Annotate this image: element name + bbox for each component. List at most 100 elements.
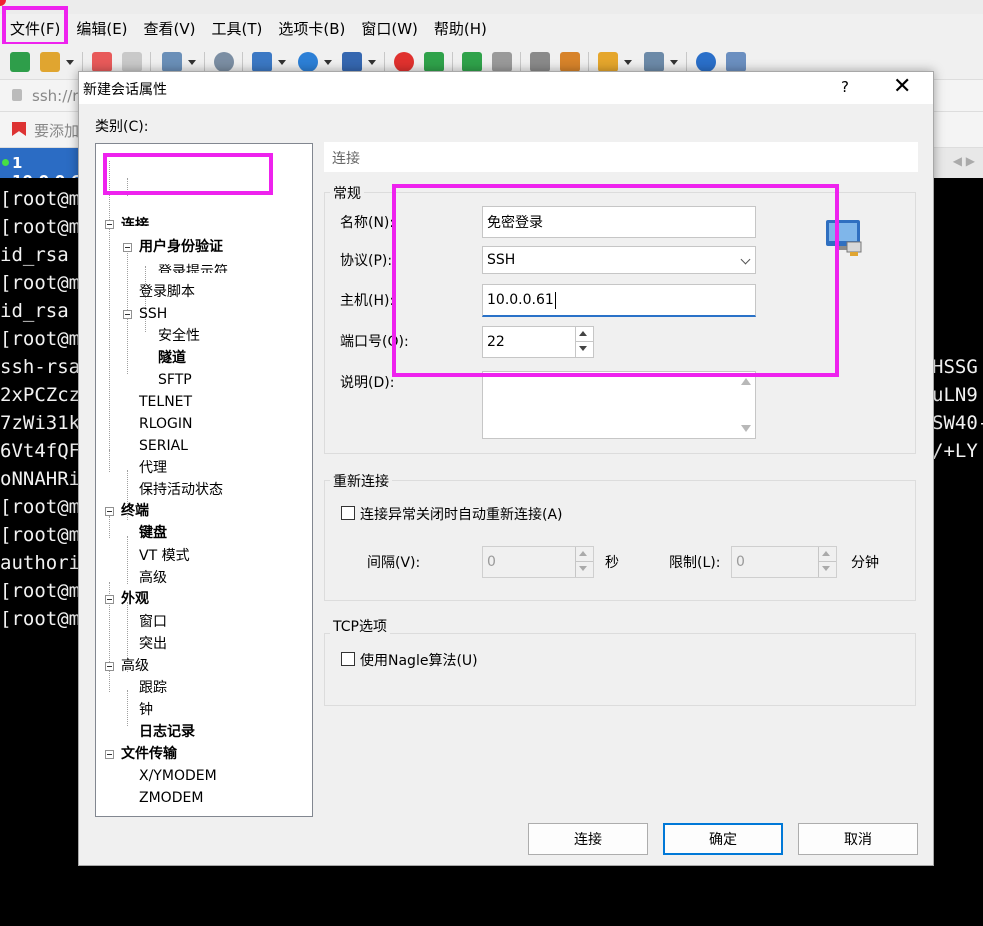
- lock-icon[interactable]: [492, 52, 512, 72]
- chevron-down-icon[interactable]: [324, 60, 332, 65]
- tree-collapse-icon[interactable]: [105, 750, 114, 759]
- tree-item-serial[interactable]: SERIAL: [139, 436, 188, 456]
- menu-edit[interactable]: 编辑(E): [70, 16, 133, 42]
- xftp-icon[interactable]: [424, 52, 444, 72]
- stepper-up-icon[interactable]: [822, 551, 830, 556]
- help-icon[interactable]: ?: [841, 78, 849, 96]
- tree-collapse-icon[interactable]: [123, 243, 132, 252]
- tree-item-login-prompt[interactable]: 登录提示符: [158, 261, 228, 273]
- menu-window[interactable]: 窗口(W): [355, 16, 424, 42]
- keyboard-icon[interactable]: [530, 52, 550, 72]
- chevron-down-icon[interactable]: [188, 60, 196, 65]
- tree-item-security[interactable]: 安全性: [158, 326, 200, 346]
- close-icon[interactable]: ✕: [893, 74, 911, 100]
- stepper-down-icon[interactable]: [579, 346, 587, 351]
- cancel-button[interactable]: 取消: [798, 823, 918, 855]
- chevron-down-icon[interactable]: [624, 60, 632, 65]
- open-folder-icon[interactable]: [40, 52, 60, 72]
- tree-item-keyboard[interactable]: 键盘: [139, 523, 167, 543]
- description-scrollbar[interactable]: [737, 372, 755, 438]
- interval-input[interactable]: 0: [482, 546, 594, 578]
- xshell-icon[interactable]: [394, 52, 414, 72]
- tree-item-login-script[interactable]: 登录脚本: [139, 282, 195, 302]
- tab-scroll-arrows-icon[interactable]: ◀ ▶: [953, 154, 975, 168]
- auto-reconnect-checkbox[interactable]: [341, 506, 355, 520]
- port-input[interactable]: 22: [482, 326, 594, 358]
- tree-item-ssh[interactable]: SSH: [139, 304, 167, 324]
- tree-item-user-auth[interactable]: 用户身份验证: [139, 237, 223, 257]
- properties-icon[interactable]: [162, 52, 182, 72]
- description-textarea[interactable]: [482, 371, 756, 439]
- tree-item-zmodem[interactable]: ZMODEM: [139, 788, 203, 808]
- dialog-title-bar[interactable]: 新建会话属性 ? ✕: [79, 72, 933, 104]
- category-tree[interactable]: 连接 用户身份验证 登录提示符 登录脚本 SSH 安全性 隧道 SFTP TEL…: [95, 143, 313, 817]
- chevron-down-icon[interactable]: [670, 60, 678, 65]
- nagle-checkbox[interactable]: [341, 652, 355, 666]
- stepper-down-icon[interactable]: [822, 566, 830, 571]
- tree-item-xymodem[interactable]: X/YMODEM: [139, 766, 217, 786]
- reconnect-icon[interactable]: [122, 52, 142, 72]
- tree-collapse-icon[interactable]: [105, 595, 114, 604]
- tree-item-vt-mode[interactable]: VT 模式: [139, 546, 190, 566]
- stepper-up-icon[interactable]: [579, 551, 587, 556]
- highlight-icon[interactable]: [560, 52, 580, 72]
- menu-tools[interactable]: 工具(T): [206, 16, 269, 42]
- stepper-up-icon[interactable]: [579, 331, 587, 336]
- help-icon[interactable]: [696, 52, 716, 72]
- transfer-icon[interactable]: [252, 52, 272, 72]
- tree-item-proxy[interactable]: 代理: [139, 458, 167, 478]
- stepper-down-icon[interactable]: [579, 566, 587, 571]
- ok-button[interactable]: 确定: [663, 823, 783, 855]
- new-tab-icon[interactable]: [598, 52, 618, 72]
- session-tab[interactable]: 1 10.0.0.6: [0, 148, 84, 190]
- name-input[interactable]: 免密登录: [482, 206, 756, 238]
- menu-help[interactable]: 帮助(H): [428, 16, 493, 42]
- interval-stepper[interactable]: [575, 547, 593, 577]
- tree-item-rlogin[interactable]: RLOGIN: [139, 414, 193, 434]
- tree-item-bell[interactable]: 钟: [139, 700, 153, 720]
- tree-collapse-icon[interactable]: [105, 507, 114, 516]
- limit-input[interactable]: 0: [731, 546, 837, 578]
- tree-collapse-icon[interactable]: [105, 662, 114, 671]
- bookmark-text[interactable]: 要添加: [34, 120, 79, 141]
- tree-item-file-transfer[interactable]: 文件传输: [121, 744, 177, 764]
- auto-reconnect-label[interactable]: 连接异常关闭时自动重新连接(A): [360, 504, 563, 524]
- tree-item-keepalive[interactable]: 保持活动状态: [139, 480, 223, 500]
- chevron-down-icon[interactable]: [368, 60, 376, 65]
- globe-icon[interactable]: [298, 52, 318, 72]
- port-stepper[interactable]: [575, 327, 593, 357]
- tree-collapse-icon[interactable]: [123, 310, 132, 319]
- connect-button[interactable]: 连接: [528, 823, 648, 855]
- tree-item-telnet[interactable]: TELNET: [139, 392, 192, 412]
- host-input[interactable]: 10.0.0.61: [482, 284, 756, 317]
- chevron-down-icon[interactable]: [278, 60, 286, 65]
- fullscreen-icon[interactable]: [462, 52, 482, 72]
- menu-view[interactable]: 查看(V): [138, 16, 202, 42]
- tree-item-tunnel[interactable]: 隧道: [158, 348, 186, 368]
- scroll-down-icon[interactable]: [741, 425, 751, 432]
- tree-collapse-icon[interactable]: [105, 220, 114, 229]
- tree-item-connection[interactable]: 连接: [121, 215, 149, 226]
- new-session-icon[interactable]: [10, 52, 30, 72]
- scroll-up-icon[interactable]: [741, 378, 751, 385]
- tree-item-logging[interactable]: 日志记录: [139, 722, 195, 742]
- protocol-select[interactable]: SSH: [482, 246, 756, 274]
- menu-file[interactable]: 文件(F): [4, 16, 66, 42]
- tree-item-highlight[interactable]: 突出: [139, 634, 167, 654]
- close-dot-icon[interactable]: [0, 0, 6, 6]
- disconnect-icon[interactable]: [92, 52, 112, 72]
- tree-item-terminal[interactable]: 终端: [121, 501, 149, 521]
- tree-item-window[interactable]: 窗口: [139, 612, 167, 632]
- tree-item-appearance[interactable]: 外观: [121, 589, 149, 609]
- chat-icon[interactable]: [726, 52, 746, 72]
- layout-icon[interactable]: [644, 52, 664, 72]
- tree-item-terminal-advanced[interactable]: 高级: [139, 568, 167, 588]
- limit-stepper[interactable]: [818, 547, 836, 577]
- nagle-label[interactable]: 使用Nagle算法(U): [360, 650, 478, 670]
- menu-tabs[interactable]: 选项卡(B): [272, 16, 351, 42]
- tree-item-advanced[interactable]: 高级: [121, 656, 149, 676]
- font-icon[interactable]: [342, 52, 362, 72]
- tree-item-trace[interactable]: 跟踪: [139, 678, 167, 698]
- find-icon[interactable]: [214, 52, 234, 72]
- chevron-down-icon[interactable]: [66, 60, 74, 65]
